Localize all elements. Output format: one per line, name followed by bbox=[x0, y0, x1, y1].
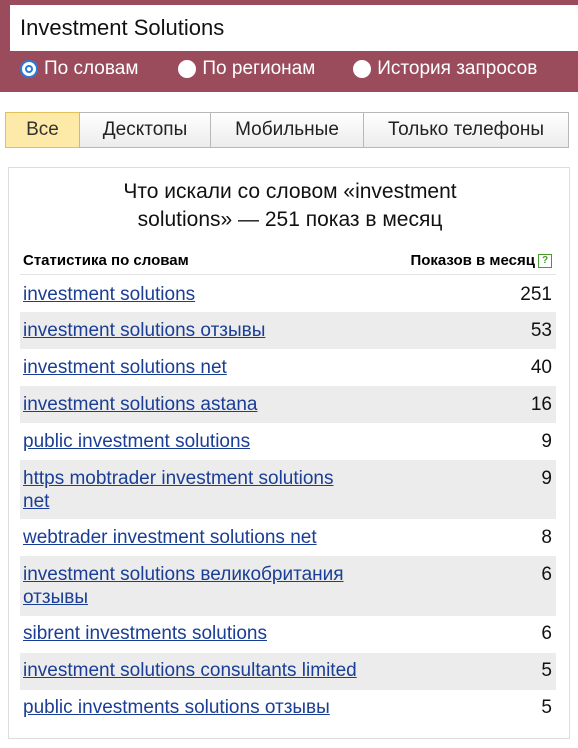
impressions-count: 5 bbox=[541, 660, 552, 681]
radio-by-words[interactable]: По словам bbox=[20, 58, 138, 80]
search-mode-options: По словам По регионам История запросов bbox=[20, 56, 537, 82]
table-row: investment solutions net 40 bbox=[20, 349, 556, 386]
radio-by-regions[interactable]: По регионам bbox=[178, 58, 315, 80]
impressions-count: 251 bbox=[520, 284, 552, 305]
table-row: https mobtrader investment solutions net… bbox=[20, 460, 556, 519]
table-row: investment solutions отзывы 53 bbox=[20, 312, 556, 349]
table-row: public investment solutions 9 bbox=[20, 423, 556, 460]
impressions-count: 53 bbox=[530, 320, 552, 341]
keyword-table: investment solutions 251 investment solu… bbox=[20, 276, 556, 727]
radio-unchecked-icon bbox=[178, 60, 197, 78]
table-row: sibrent investments solutions 6 bbox=[20, 616, 556, 653]
impressions-count: 40 bbox=[530, 357, 552, 378]
keyword-link[interactable]: investment solutions отзывы bbox=[23, 319, 363, 342]
table-row: investment solutions consultants limited… bbox=[20, 653, 556, 690]
stats-panel: Что искали со словом «investment solutio… bbox=[8, 167, 570, 739]
tab-phones-only[interactable]: Только телефоны bbox=[363, 112, 569, 148]
tab-mobile[interactable]: Мобильные bbox=[210, 112, 364, 148]
column-header-keywords: Статистика по словам bbox=[23, 252, 189, 269]
column-header-impressions-label: Показов в месяц bbox=[410, 252, 535, 269]
keyword-link[interactable]: https mobtrader investment solutions net bbox=[23, 467, 363, 513]
impressions-count: 9 bbox=[541, 431, 552, 452]
keyword-link[interactable]: investment solutions великобритания отзы… bbox=[23, 563, 363, 609]
impressions-count: 16 bbox=[530, 394, 552, 415]
question-icon[interactable]: ? bbox=[538, 253, 552, 268]
keyword-link[interactable]: investment solutions net bbox=[23, 356, 363, 379]
device-tabs: Все Десктопы Мобильные Только телефоны bbox=[5, 112, 569, 148]
radio-checked-icon bbox=[20, 60, 38, 78]
tab-desktops[interactable]: Десктопы bbox=[79, 112, 211, 148]
panel-title: Что искали со словом «investment solutio… bbox=[9, 178, 571, 234]
radio-history[interactable]: История запросов bbox=[353, 58, 537, 80]
keyword-link[interactable]: webtrader investment solutions net bbox=[23, 526, 363, 549]
column-header-impressions: Показов в месяц ? bbox=[410, 252, 552, 269]
search-input[interactable] bbox=[10, 5, 578, 51]
search-bar: По словам По регионам История запросов bbox=[0, 0, 578, 92]
keyword-link[interactable]: sibrent investments solutions bbox=[23, 622, 363, 645]
keyword-link[interactable]: public investments solutions отзывы bbox=[23, 696, 383, 719]
table-row: public investments solutions отзывы 5 bbox=[20, 690, 556, 727]
tab-all[interactable]: Все bbox=[5, 112, 80, 148]
radio-history-label: История запросов bbox=[377, 58, 538, 79]
radio-by-words-label: По словам bbox=[44, 58, 139, 79]
impressions-count: 8 bbox=[541, 527, 552, 548]
keyword-link[interactable]: investment solutions consultants limited bbox=[23, 659, 383, 682]
impressions-count: 6 bbox=[541, 623, 552, 644]
table-row: investment solutions 251 bbox=[20, 276, 556, 312]
radio-unchecked-icon bbox=[353, 60, 372, 78]
keyword-link[interactable]: public investment solutions bbox=[23, 430, 363, 453]
table-header: Статистика по словам Показов в месяц ? bbox=[20, 249, 556, 275]
table-row: investment solutions великобритания отзы… bbox=[20, 556, 556, 616]
table-row: webtrader investment solutions net 8 bbox=[20, 519, 556, 556]
impressions-count: 6 bbox=[541, 564, 552, 585]
keyword-link[interactable]: investment solutions astana bbox=[23, 393, 363, 416]
table-row: investment solutions astana 16 bbox=[20, 386, 556, 423]
keyword-link[interactable]: investment solutions bbox=[23, 283, 363, 306]
panel-title-line-2: solutions» — 251 показ в месяц bbox=[137, 208, 443, 231]
impressions-count: 5 bbox=[541, 697, 552, 718]
impressions-count: 9 bbox=[541, 468, 552, 489]
radio-by-regions-label: По регионам bbox=[202, 58, 316, 79]
panel-title-line-1: Что искали со словом «investment bbox=[123, 180, 457, 203]
